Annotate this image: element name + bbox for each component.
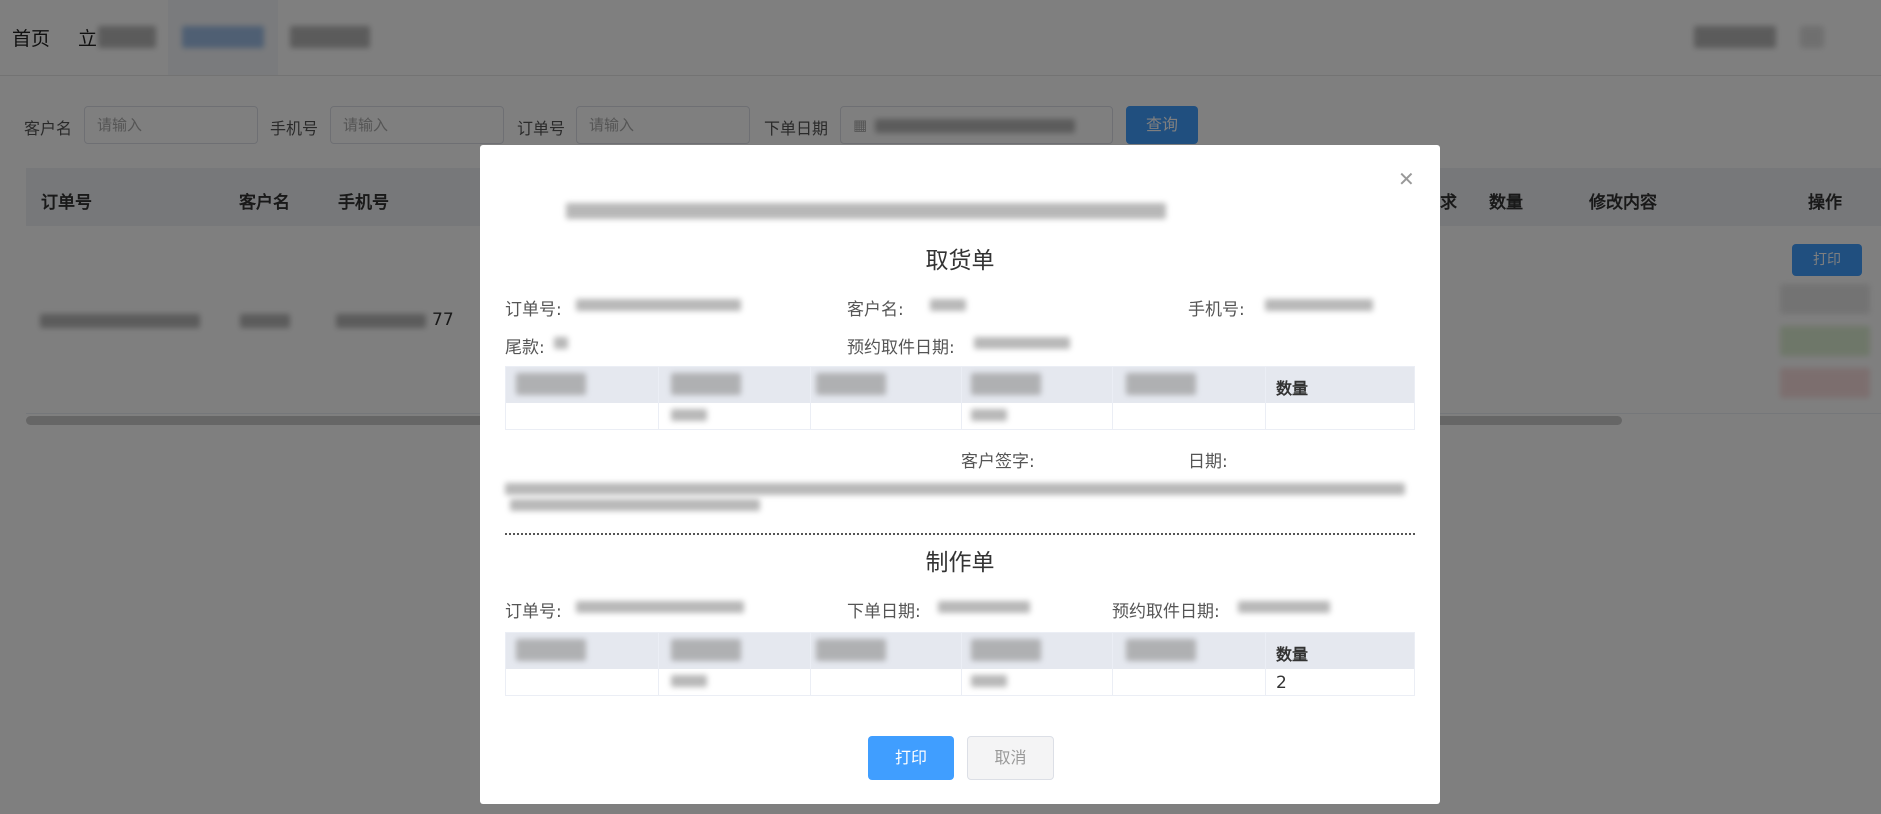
store-header-blurred [566, 203, 1166, 219]
pickup-balance-value [554, 337, 568, 349]
header-cell [671, 373, 741, 395]
pickup-balance-label: 尾款: [505, 338, 545, 358]
pickup-phone-label: 手机号: [1188, 300, 1245, 320]
header-cell [971, 373, 1041, 395]
header-cell [1126, 639, 1196, 661]
production-order-date-label: 下单日期: [847, 602, 921, 622]
header-cell [671, 639, 741, 661]
production-qty-value: 2 [1276, 673, 1287, 693]
production-order-label: 订单号: [505, 602, 562, 622]
production-pickup-date-value [1238, 601, 1330, 613]
notice-text-blurred [505, 483, 1405, 495]
body-cell [671, 409, 707, 421]
pickup-customer-value [930, 299, 966, 311]
pickup-order-label: 订单号: [505, 300, 562, 320]
pickup-date-label: 预约取件日期: [847, 338, 955, 358]
pickup-date-value [974, 337, 1070, 349]
body-cell [971, 675, 1007, 687]
header-cell [516, 639, 586, 661]
close-icon[interactable]: ✕ [1398, 167, 1415, 191]
body-cell [971, 409, 1007, 421]
pickup-items-table: 数量 [505, 366, 1415, 430]
pickup-order-value [576, 299, 741, 311]
cancel-button[interactable]: 取消 [967, 736, 1054, 780]
production-order-value [576, 601, 744, 613]
notice-text-blurred [510, 499, 760, 511]
production-title: 制作单 [925, 550, 995, 576]
header-cell [516, 373, 586, 395]
pickup-title: 取货单 [925, 248, 995, 274]
header-cell [1126, 373, 1196, 395]
pickup-phone-value [1265, 299, 1373, 311]
pickup-qty-header: 数量 [1276, 379, 1309, 398]
production-pickup-date-label: 预约取件日期: [1112, 602, 1220, 622]
signature-label: 客户签字: [961, 452, 1035, 472]
production-qty-header: 数量 [1276, 645, 1309, 664]
header-cell [816, 373, 886, 395]
print-dialog: ✕ 取货单 订单号: 客户名: 手机号: 尾款: 预约取件日期: 数量 客户签字… [480, 145, 1440, 804]
cut-line-divider [505, 533, 1415, 535]
print-confirm-button[interactable]: 打印 [868, 736, 954, 780]
body-cell [671, 675, 707, 687]
production-items-table: 数量 2 [505, 632, 1415, 696]
signature-date-label: 日期: [1188, 452, 1228, 472]
pickup-customer-label: 客户名: [847, 300, 904, 320]
production-order-date-value [938, 601, 1030, 613]
header-cell [816, 639, 886, 661]
header-cell [971, 639, 1041, 661]
